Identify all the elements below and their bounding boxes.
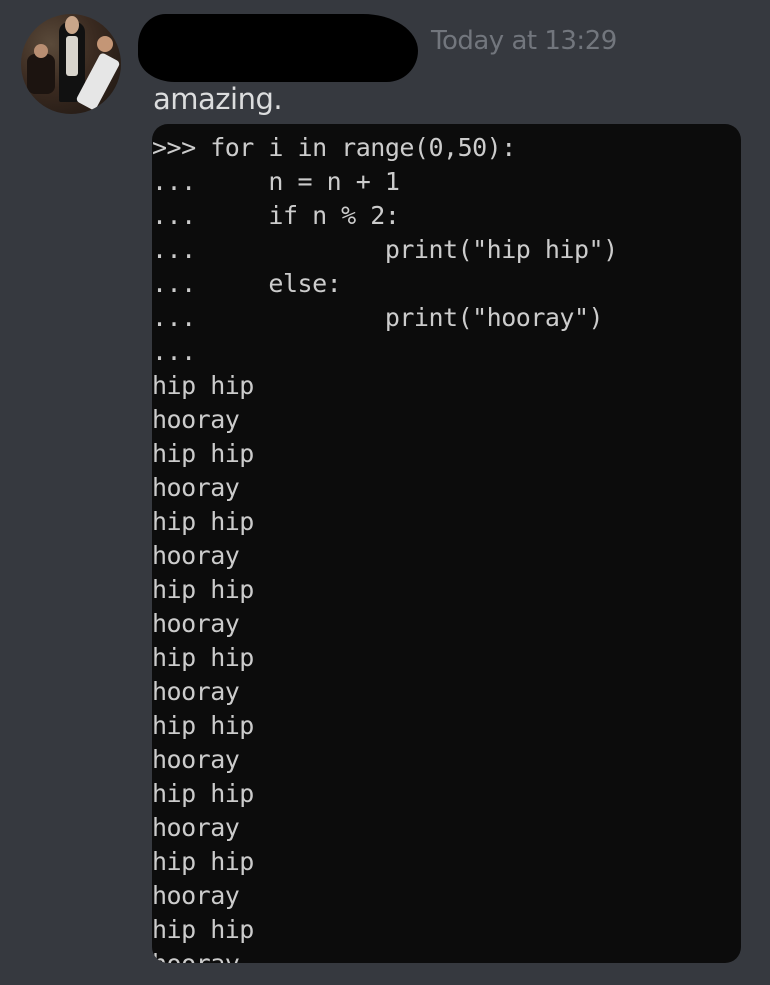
avatar-figure xyxy=(34,44,48,58)
code-line: ... print("hooray") xyxy=(152,303,604,332)
code-line: hip hip xyxy=(152,915,254,944)
code-line: ... if n % 2: xyxy=(152,201,400,230)
code-line: hooray xyxy=(152,813,240,842)
code-line: hip hip xyxy=(152,779,254,808)
avatar-figure xyxy=(65,16,79,34)
avatar-figure xyxy=(27,54,55,94)
code-line: ... xyxy=(152,337,196,366)
redacted-username xyxy=(138,14,418,82)
avatar-figure xyxy=(97,36,113,52)
code-line: hooray xyxy=(152,609,240,638)
avatar[interactable] xyxy=(21,14,121,114)
code-line: hooray xyxy=(152,677,240,706)
code-line: hip hip xyxy=(152,507,254,536)
code-line: hip hip xyxy=(152,371,254,400)
code-line: hip hip xyxy=(152,643,254,672)
code-line: hooray xyxy=(152,881,240,910)
code-block-image[interactable]: >>> for i in range(0,50): ... n = n + 1..… xyxy=(152,124,741,963)
message-text: amazing. xyxy=(153,82,283,116)
code-line: ... print("hip hip") xyxy=(152,235,618,264)
message-timestamp: Today at 13:29 xyxy=(431,26,617,56)
code-line: hooray xyxy=(152,405,240,434)
avatar-figure xyxy=(66,36,78,76)
code-line: hooray xyxy=(152,745,240,774)
code-line: hooray xyxy=(152,473,240,502)
code-line: hooray xyxy=(152,541,240,570)
code-line: hooray xyxy=(152,947,618,963)
code-line: >>> for i in range(0,50): xyxy=(152,133,516,162)
code-line: hip hip xyxy=(152,847,254,876)
code-line: hip hip xyxy=(152,575,254,604)
code-line: ... n = n + 1 xyxy=(152,167,400,196)
code-line: hip hip xyxy=(152,439,254,468)
code-line: hip hip xyxy=(152,711,254,740)
code-lines: >>> for i in range(0,50): ... n = n + 1..… xyxy=(152,131,618,963)
code-line: ... else: xyxy=(152,269,342,298)
